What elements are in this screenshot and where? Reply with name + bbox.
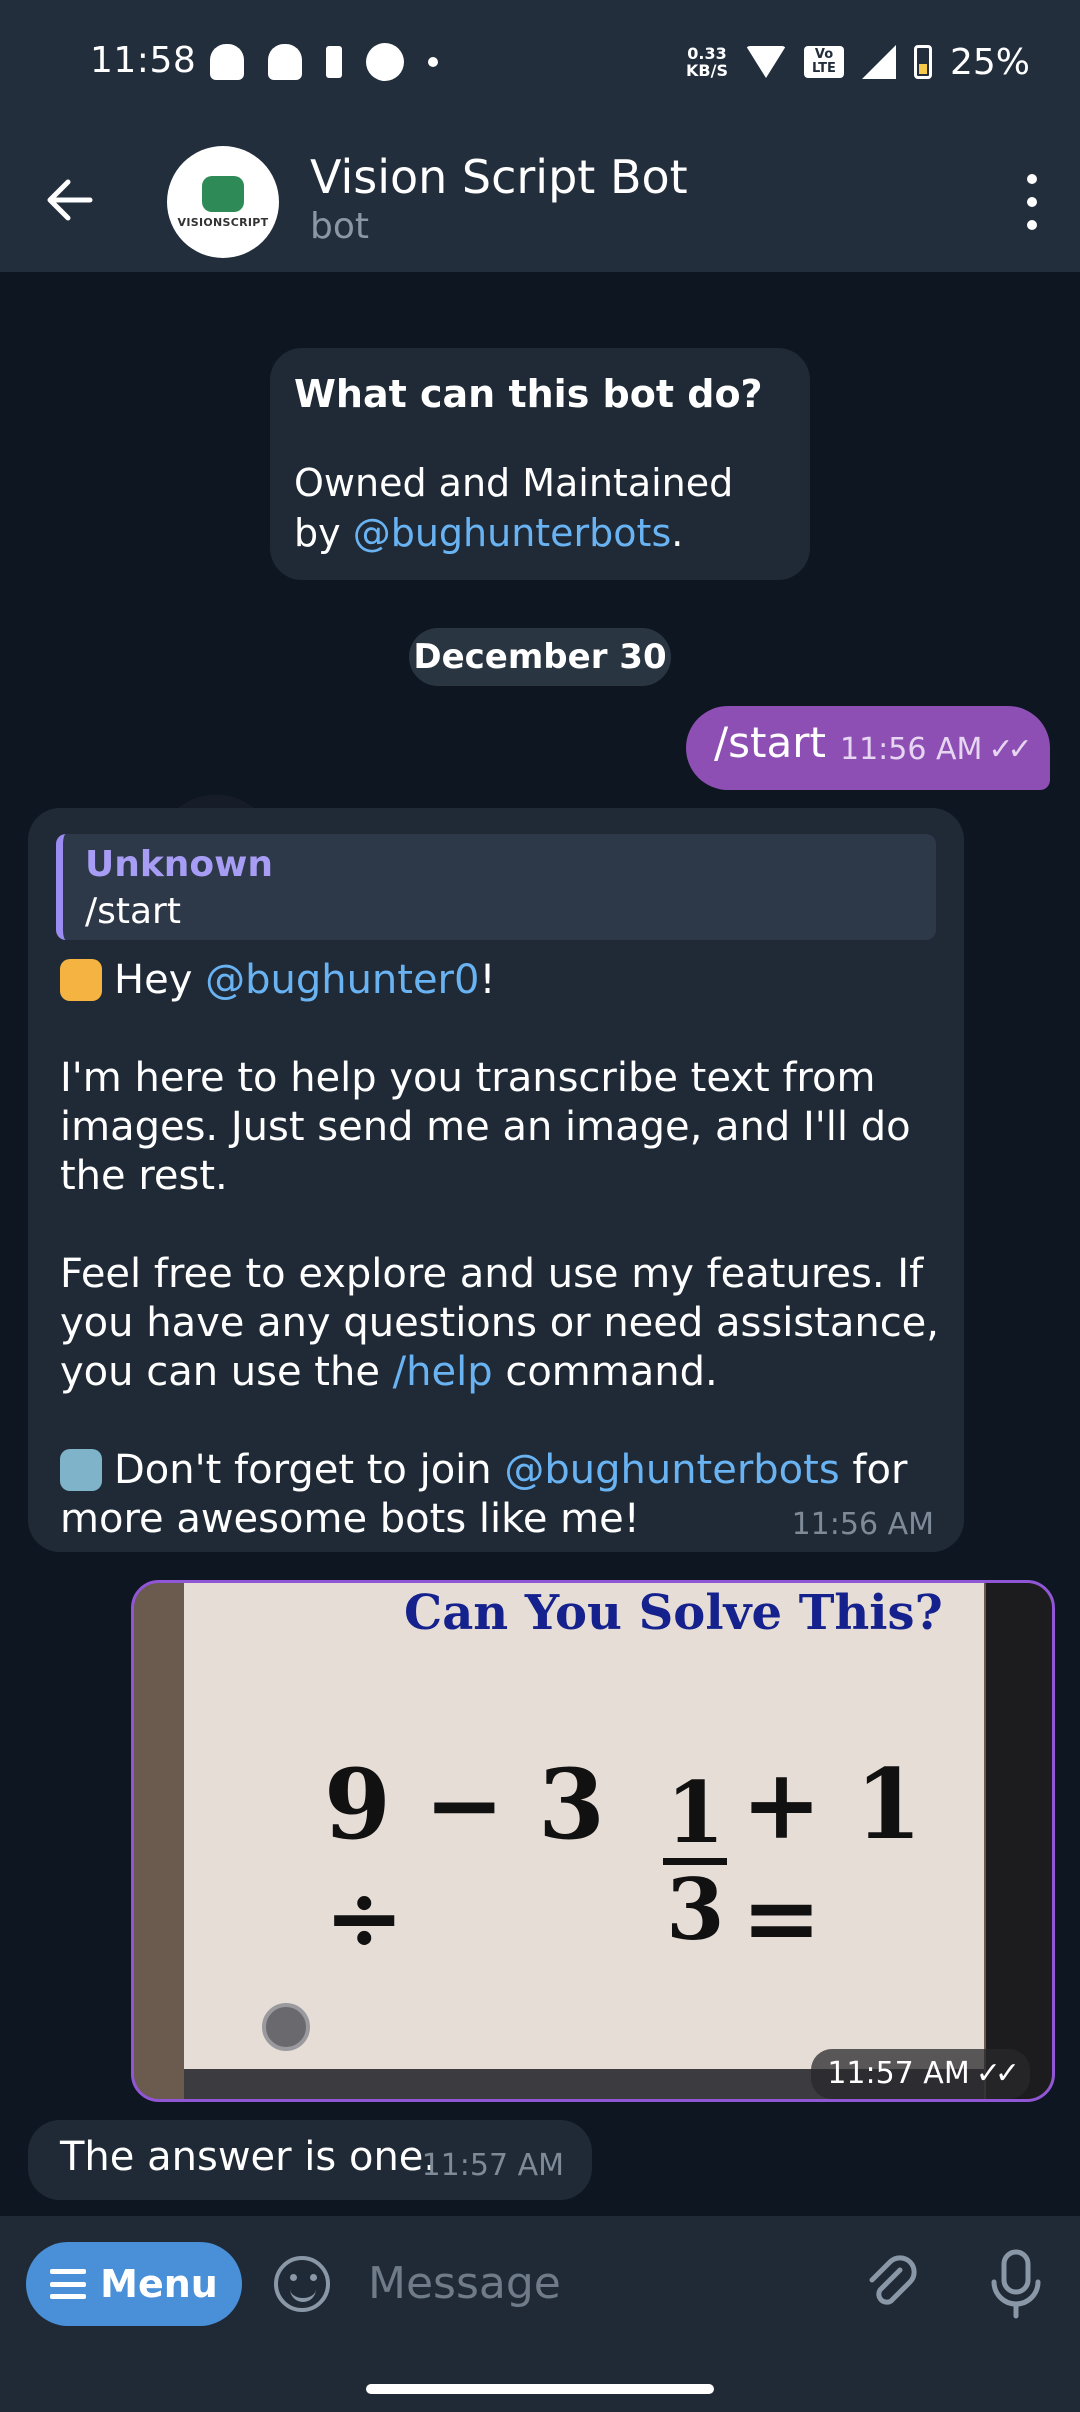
math-puzzle-image[interactable]: Can You Solve This? 9 − 3 ÷ 13 + 1 = [184, 1583, 984, 2099]
photo-time: 11:57 AM ✓✓ [811, 2049, 1030, 2099]
bughunterbots-link[interactable]: @bughunterbots [353, 511, 672, 555]
read-checks-icon: ✓✓ [975, 2056, 1020, 2091]
attach-icon[interactable] [860, 2252, 924, 2316]
reply-quote[interactable]: Unknown /start [56, 834, 936, 940]
more-options-icon[interactable] [1018, 174, 1046, 230]
read-checks-icon: ✓✓ [988, 732, 1032, 767]
microphone-icon[interactable] [984, 2246, 1048, 2322]
volte-icon: Vo LTE [803, 46, 844, 78]
battery-saver-icon [326, 46, 342, 78]
chat-area[interactable]: What can this bot do? Owned and Maintain… [0, 272, 1080, 2216]
battery-icon [913, 45, 932, 79]
robot-logo-icon [202, 175, 244, 212]
home-gesture-bar[interactable] [366, 2384, 714, 2394]
bot-avatar[interactable]: VISIONSCRIPT [167, 146, 279, 258]
message-time: 11:56 AM [791, 1507, 934, 1542]
chat-header: VISIONSCRIPT Vision Script Bot bot [0, 130, 1080, 272]
message-input[interactable] [366, 2246, 830, 2320]
system-icons: 0.33 KB/S Vo LTE 25% [686, 40, 1030, 84]
help-command-link[interactable]: /help [393, 1349, 493, 1395]
input-bar: Menu [0, 2216, 1080, 2348]
network-speed: 0.33 KB/S [686, 44, 728, 80]
equation: 9 − 3 ÷ 13 + 1 = [324, 1748, 922, 1974]
wifi-icon [745, 46, 786, 78]
snapchat-icon [210, 44, 244, 80]
circle-icon [366, 43, 404, 81]
back-arrow-icon[interactable] [40, 170, 100, 230]
bughunterbots-link[interactable]: @bughunterbots [504, 1447, 839, 1493]
hamburger-icon [50, 2269, 87, 2299]
chat-subtitle: bot [310, 206, 369, 247]
notification-icons [210, 40, 438, 84]
waving-hand-icon [60, 959, 102, 1001]
date-separator: December 30 [409, 628, 671, 686]
more-notifications-icon [428, 57, 438, 67]
camera-icon [262, 2003, 310, 2051]
emoji-icon[interactable] [274, 2256, 330, 2312]
status-bar: 11:58 0.33 KB/S Vo LTE 25% [0, 0, 1080, 130]
outgoing-message-start[interactable]: /start 11:56 AM ✓✓ [686, 706, 1050, 790]
battery-percent: 25% [949, 41, 1030, 83]
navigation-bar [0, 2348, 1080, 2412]
menu-button[interactable]: Menu [26, 2242, 242, 2326]
status-time: 11:58 [90, 40, 197, 81]
bot-info-card: What can this bot do? Owned and Maintain… [270, 348, 810, 580]
robot-emoji-icon [60, 1449, 102, 1491]
mention-link[interactable]: @bughunter0 [205, 957, 479, 1003]
welcome-text: Hey @bughunter0! I'm here to help you tr… [60, 957, 940, 1542]
chat-title[interactable]: Vision Script Bot [310, 150, 688, 204]
outgoing-photo-message[interactable]: Can You Solve This? 9 − 3 ÷ 13 + 1 = 11:… [131, 1580, 1055, 2102]
signal-icon [861, 45, 896, 79]
snapchat-icon [268, 44, 302, 80]
incoming-welcome-message[interactable]: Unknown /start Hey @bughunter0! I'm here… [28, 808, 964, 1552]
incoming-answer-message[interactable]: The answer is one. 11:57 AM [28, 2120, 592, 2200]
